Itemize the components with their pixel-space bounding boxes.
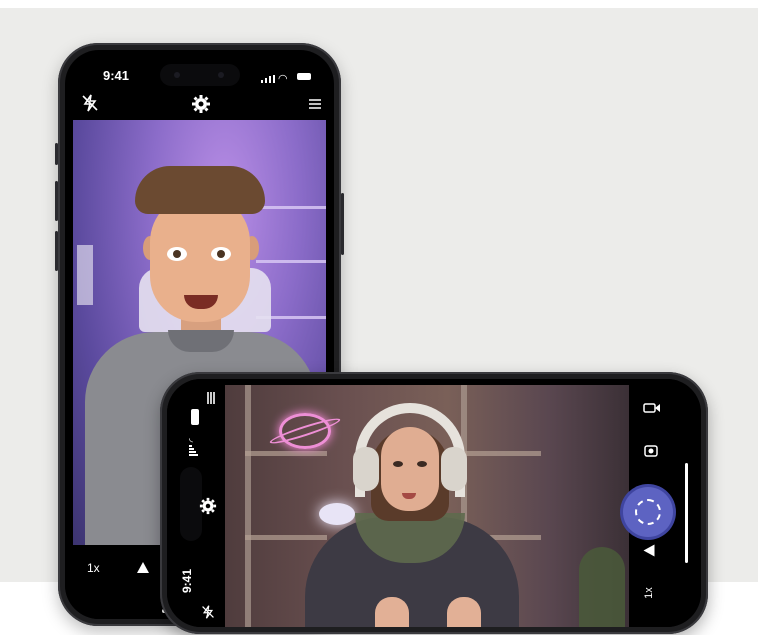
shelf [461, 451, 541, 456]
zoom-label[interactable]: 1x [643, 587, 655, 599]
landscape-left-bar: ◟ 9:41 [167, 379, 225, 627]
wifi-icon: ◟ [189, 433, 193, 444]
avatar-eye [211, 247, 231, 261]
shelf [245, 535, 327, 540]
avatar-eye [167, 247, 187, 261]
cloud-lamp [319, 503, 355, 525]
volume-up-button [55, 181, 58, 221]
video-icon[interactable] [643, 401, 661, 419]
flash-off-icon[interactable] [81, 94, 99, 117]
volume-down-button [55, 231, 58, 271]
power-button [341, 193, 344, 255]
wifi-icon: ◠ [278, 73, 288, 85]
status-time: 9:41 [103, 68, 130, 83]
flip-icon[interactable] [643, 544, 655, 557]
sensor-dot [218, 72, 224, 78]
menu-icon[interactable] [308, 96, 322, 116]
shelf [256, 206, 326, 209]
headphone-cup [353, 447, 379, 491]
flash-off-icon[interactable] [201, 605, 215, 624]
headphone-cup [441, 447, 467, 491]
shutter-button[interactable] [623, 487, 673, 537]
battery-icon [191, 409, 199, 425]
settings-gear-icon[interactable] [191, 94, 211, 119]
shelf [256, 260, 326, 263]
landscape-phone: ◟ 9:41 1x [160, 372, 708, 634]
shelf [245, 451, 327, 456]
zoom-slider[interactable] [685, 463, 688, 563]
shelf-post [245, 385, 251, 627]
avatar-hair [135, 166, 265, 214]
flip-icon[interactable] [137, 562, 149, 573]
signal-icon [189, 445, 199, 457]
neon-planet-sign [279, 413, 331, 449]
house-plant [579, 547, 625, 627]
zoom-label[interactable]: 1x [87, 561, 100, 575]
camera-icon[interactable] [644, 443, 658, 462]
camera-preview-streamer [225, 385, 629, 627]
streamer-hand [447, 597, 481, 627]
wall-poster [77, 245, 93, 305]
menu-icon[interactable] [205, 391, 217, 410]
camera-dot [174, 72, 180, 78]
settings-gear-icon[interactable] [199, 497, 217, 520]
status-time: 9:41 [180, 568, 195, 594]
battery-icon [297, 73, 311, 80]
dynamic-island [160, 64, 240, 86]
streamer-hand [375, 597, 409, 627]
signal-icon [261, 75, 275, 83]
mute-switch [55, 143, 58, 165]
camera-top-bar [65, 90, 334, 120]
status-bar: 9:41 ◠ [65, 50, 334, 90]
landscape-screen: ◟ 9:41 1x [167, 379, 701, 627]
